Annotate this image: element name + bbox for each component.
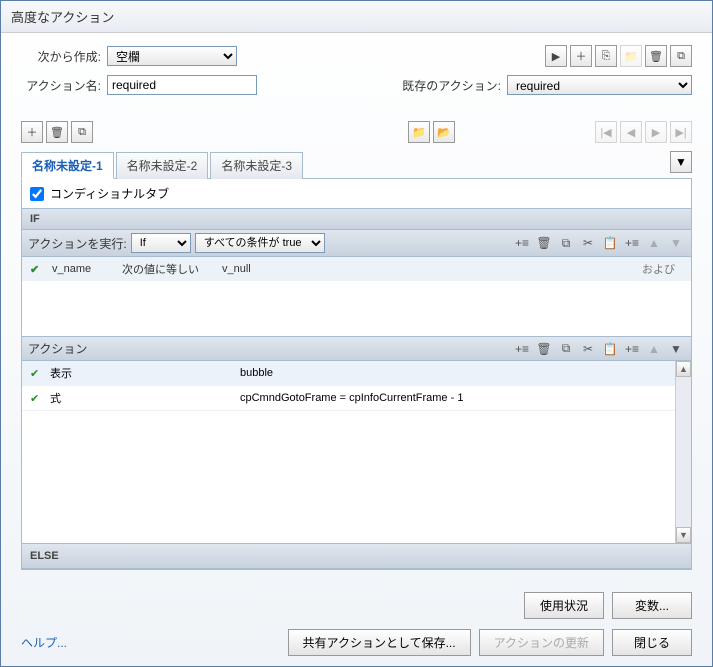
cond-down-icon: ▼ (667, 235, 685, 251)
action-toolbar: アクション +≡ 🗑 ⧉ ✂ 📋 +≡ ▲ ▼ (22, 337, 691, 361)
act-insert-icon[interactable]: +≡ (623, 341, 641, 357)
tab-3[interactable]: 名称未設定-3 (210, 152, 303, 179)
action-value: bubble (240, 367, 667, 379)
condition-select[interactable]: すべての条件が true (195, 233, 325, 253)
cond-var: v_name (52, 263, 112, 275)
action-header-label: アクション (28, 340, 87, 357)
update-action-button: アクションの更新 (479, 629, 604, 656)
conditional-label: コンディショナルタブ (50, 185, 169, 202)
cond-val: v_null (222, 263, 251, 275)
condition-rows: ✔ v_name 次の値に等しい v_null および (22, 257, 691, 337)
plus-icon[interactable]: ＋ (570, 45, 592, 67)
else-header: ELSE (22, 543, 691, 569)
action-value: cpCmndGotoFrame = cpInfoCurrentFrame - 1 (240, 392, 667, 404)
cond-andor: および (642, 261, 683, 277)
usage-button[interactable]: 使用状況 (524, 592, 604, 619)
act-delete-icon[interactable]: 🗑 (535, 341, 553, 357)
cond-copy-icon[interactable]: ⧉ (557, 235, 575, 251)
if-toolbar: アクションを実行: If すべての条件が true +≡ 🗑 ⧉ ✂ 📋 +≡ … (22, 230, 691, 257)
add-tab-icon[interactable]: ＋ (21, 121, 43, 143)
act-up-icon: ▲ (645, 341, 663, 357)
action-name-label: アクション名: (21, 77, 101, 94)
conditional-toggle-row: コンディショナルタブ (22, 179, 691, 208)
act-add-icon[interactable]: +≡ (513, 341, 531, 357)
trash-icon[interactable]: 🗑 (645, 45, 667, 67)
exec-label: アクションを実行: (28, 235, 127, 252)
variables-button[interactable]: 変数... (612, 592, 692, 619)
advanced-actions-window: 高度なアクション 次から作成: 空欄 ▶ ＋ ⎘ 📁 🗑 ⧉ アクション名: 既… (0, 0, 713, 667)
copy-icon[interactable]: ⧉ (670, 45, 692, 67)
window-title: 高度なアクション (1, 1, 712, 33)
conditional-checkbox[interactable] (30, 187, 44, 201)
check-icon: ✔ (30, 367, 50, 380)
top-row: 次から作成: 空欄 ▶ ＋ ⎘ 📁 🗑 ⧉ (21, 45, 692, 67)
act-copy-icon[interactable]: ⧉ (557, 341, 575, 357)
action-row-2[interactable]: ✔ 式 cpCmndGotoFrame = cpInfoCurrentFrame… (22, 386, 675, 411)
action-type: 式 (50, 390, 240, 406)
scroll-up-icon[interactable]: ▲ (676, 361, 691, 377)
check-icon: ✔ (30, 392, 50, 405)
save-shared-button[interactable]: 共有アクションとして保存... (288, 629, 471, 656)
act-cut-icon[interactable]: ✂ (579, 341, 597, 357)
existing-action-label: 既存のアクション: (402, 77, 501, 94)
cond-paste-icon[interactable]: 📋 (601, 235, 619, 251)
create-from-label: 次から作成: (21, 48, 101, 65)
footer: 使用状況 変数... ヘルプ... 共有アクションとして保存... アクションの… (1, 582, 712, 666)
nav-next-icon: ▶ (645, 121, 667, 143)
scroll-down-icon[interactable]: ▼ (676, 527, 691, 543)
exec-select[interactable]: If (131, 233, 191, 253)
tab-overflow-icon[interactable]: ▼ (670, 151, 692, 173)
folder-save-icon[interactable]: 📂 (433, 121, 455, 143)
second-toolbar: ＋ 🗑 ⧉ 📁 📂 |◀ ◀ ▶ ▶| (21, 121, 692, 143)
delete-tab-icon[interactable]: 🗑 (46, 121, 68, 143)
folder-open-icon[interactable]: 📁 (408, 121, 430, 143)
name-row: アクション名: 既存のアクション: required (21, 75, 692, 95)
cond-op: 次の値に等しい (122, 261, 212, 277)
tab-1[interactable]: 名称未設定-1 (21, 152, 114, 179)
act-down-icon[interactable]: ▼ (667, 341, 685, 357)
play-icon[interactable]: ▶ (545, 45, 567, 67)
action-type: 表示 (50, 365, 240, 381)
tab-2[interactable]: 名称未設定-2 (116, 152, 209, 179)
nav-prev-icon: ◀ (620, 121, 642, 143)
tab-panel: コンディショナルタブ IF アクションを実行: If すべての条件が true … (21, 179, 692, 570)
cond-cut-icon[interactable]: ✂ (579, 235, 597, 251)
close-button[interactable]: 閉じる (612, 629, 692, 656)
action-row-1[interactable]: ✔ 表示 bubble (22, 361, 675, 386)
import-icon: 📁 (620, 45, 642, 67)
duplicate-tab-icon[interactable]: ⧉ (71, 121, 93, 143)
if-header: IF (22, 208, 691, 230)
help-link[interactable]: ヘルプ... (21, 634, 67, 651)
top-icon-toolbar: ▶ ＋ ⎘ 📁 🗑 ⧉ (545, 45, 692, 67)
cond-add-icon[interactable]: +≡ (513, 235, 531, 251)
act-paste-icon[interactable]: 📋 (601, 341, 619, 357)
cond-delete-icon[interactable]: 🗑 (535, 235, 553, 251)
cond-insert-icon[interactable]: +≡ (623, 235, 641, 251)
check-icon: ✔ (30, 263, 42, 276)
duplicate-right-icon[interactable]: ⎘ (595, 45, 617, 67)
scrollbar[interactable]: ▲ ▼ (675, 361, 691, 543)
action-rows-area: ✔ 表示 bubble ✔ 式 cpCmndGotoFrame = cpInfo… (22, 361, 691, 543)
nav-last-icon: ▶| (670, 121, 692, 143)
content-area: 次から作成: 空欄 ▶ ＋ ⎘ 📁 🗑 ⧉ アクション名: 既存のアクション: … (1, 33, 712, 582)
condition-row[interactable]: ✔ v_name 次の値に等しい v_null および (22, 257, 691, 281)
cond-up-icon: ▲ (645, 235, 663, 251)
tab-bar: 名称未設定-1 名称未設定-2 名称未設定-3 ▼ (21, 151, 692, 179)
create-from-select[interactable]: 空欄 (107, 46, 237, 66)
nav-first-icon: |◀ (595, 121, 617, 143)
existing-action-select[interactable]: required (507, 75, 692, 95)
action-name-input[interactable] (107, 75, 257, 95)
